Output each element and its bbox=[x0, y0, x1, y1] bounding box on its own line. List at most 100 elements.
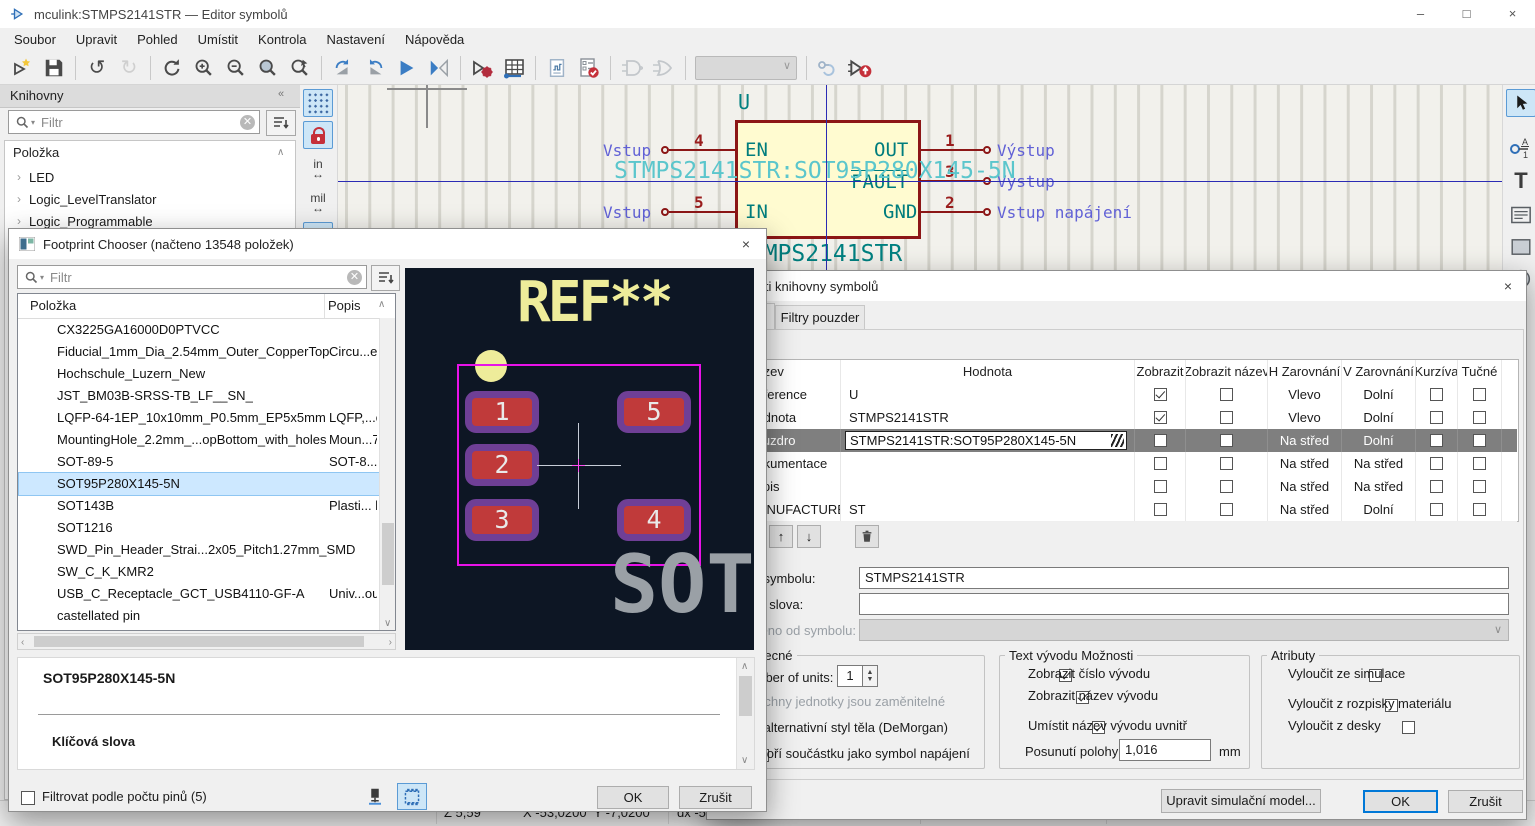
library-tree-item[interactable]: › Logic_LevelTranslator bbox=[5, 189, 287, 211]
erc-check-icon[interactable] bbox=[574, 54, 604, 82]
select-tool-icon[interactable] bbox=[1506, 89, 1535, 117]
sort-filter-button[interactable] bbox=[266, 110, 296, 136]
footprint-list-item[interactable]: SOT-89-5 SOT-8...5.p bbox=[19, 451, 377, 473]
unit-mils-icon[interactable]: mil↔ bbox=[303, 189, 333, 217]
text-tool-icon[interactable]: T bbox=[1506, 167, 1535, 195]
field-row-manufacturer[interactable]: MANUFACTURER ST Na střed Dolní bbox=[717, 498, 1517, 522]
close-icon[interactable]: × bbox=[1494, 275, 1522, 297]
export-symbol-icon[interactable] bbox=[845, 54, 875, 82]
bold-checkbox[interactable] bbox=[1473, 434, 1486, 447]
demorgan-alternate-icon[interactable] bbox=[649, 54, 679, 82]
symbol-reference[interactable]: U bbox=[738, 90, 750, 114]
bold-checkbox[interactable] bbox=[1473, 388, 1486, 401]
pin-table-icon[interactable] bbox=[499, 54, 529, 82]
italic-checkbox[interactable] bbox=[1430, 388, 1443, 401]
textbox-tool-icon[interactable] bbox=[1506, 201, 1535, 229]
ok-button[interactable]: OK bbox=[1363, 790, 1438, 813]
move-field-down-button[interactable]: ↓ bbox=[797, 525, 821, 548]
sort-filter-button[interactable] bbox=[371, 265, 400, 291]
symbol-name-input[interactable]: STMPS2141STR bbox=[859, 567, 1509, 589]
show-name-checkbox[interactable] bbox=[1220, 503, 1233, 516]
menu-item[interactable]: Umístit bbox=[188, 28, 248, 52]
keywords-input[interactable] bbox=[859, 593, 1509, 615]
bold-checkbox[interactable] bbox=[1473, 411, 1486, 424]
scroll-right-icon[interactable]: › bbox=[389, 637, 392, 648]
field-row-reference[interactable]: Reference U Vlevo Dolní bbox=[717, 383, 1517, 407]
demorgan-standard-icon[interactable] bbox=[617, 54, 647, 82]
list-vertical-scrollbar[interactable]: ∨ bbox=[379, 318, 396, 631]
bold-checkbox[interactable] bbox=[1473, 480, 1486, 493]
field-row-value[interactable]: Hodnota STMPS2141STR Vlevo Dolní bbox=[717, 406, 1517, 430]
expander-icon[interactable]: › bbox=[17, 214, 21, 228]
show-checkbox[interactable] bbox=[1154, 388, 1167, 401]
zoom-selection-icon[interactable] bbox=[285, 54, 315, 82]
menu-item[interactable]: Pohled bbox=[127, 28, 187, 52]
scroll-left-icon[interactable]: ‹ bbox=[21, 637, 24, 648]
units-count-spinner[interactable]: 1 ▲▼ bbox=[837, 665, 878, 687]
bold-checkbox[interactable] bbox=[1473, 457, 1486, 470]
show-checkbox[interactable] bbox=[1154, 480, 1167, 493]
footprint-list-item[interactable]: Fiducial_1mm_Dia_2.54mm_Outer_CopperTop … bbox=[19, 341, 377, 363]
rotate-ccw-icon[interactable] bbox=[328, 54, 358, 82]
clear-filter-icon[interactable]: ✕ bbox=[240, 115, 255, 130]
footprint-list-item[interactable]: castellated pin bbox=[19, 605, 377, 627]
show-name-checkbox[interactable] bbox=[1220, 457, 1233, 470]
show-name-checkbox[interactable] bbox=[1220, 480, 1233, 493]
library-tree-item[interactable]: › LED bbox=[5, 167, 287, 189]
menu-item[interactable]: Soubor bbox=[4, 28, 66, 52]
footprint-list-item[interactable]: SOT143B Plasti... lea bbox=[19, 495, 377, 517]
refresh-view-icon[interactable] bbox=[157, 54, 187, 82]
bold-checkbox[interactable] bbox=[1473, 503, 1486, 516]
exclude-board-checkbox[interactable] bbox=[1402, 721, 1415, 734]
footprint-list-item[interactable]: SOT95P280X145-5N bbox=[19, 473, 381, 495]
italic-checkbox[interactable] bbox=[1430, 411, 1443, 424]
footprint-list-item[interactable]: JST_BM03B-SRSS-TB_LF__SN_ bbox=[19, 385, 377, 407]
scroll-down-icon[interactable]: ∨ bbox=[384, 618, 391, 629]
symbol-properties-icon[interactable] bbox=[467, 54, 497, 82]
list-horizontal-scrollbar[interactable]: ‹ › bbox=[17, 633, 396, 650]
zoom-out-icon[interactable] bbox=[221, 54, 251, 82]
clear-filter-icon[interactable]: ✕ bbox=[347, 270, 362, 285]
italic-checkbox[interactable] bbox=[1430, 434, 1443, 447]
maximize-button[interactable]: □ bbox=[1444, 0, 1489, 28]
footprint-list-item[interactable]: SOT1216 bbox=[19, 517, 377, 539]
footprint-list-item[interactable]: LQFP-64-1EP_10x10mm_P0.5mm_EP5x5mm LQFP,… bbox=[19, 407, 377, 429]
rotate-cw-icon[interactable] bbox=[360, 54, 390, 82]
menu-item[interactable]: Kontrola bbox=[248, 28, 316, 52]
pin-tool-icon[interactable]: A1 bbox=[1506, 133, 1535, 161]
offset-input[interactable]: 1,016 bbox=[1119, 739, 1211, 761]
mirror-horizontal-icon[interactable] bbox=[392, 54, 422, 82]
datasheet-icon[interactable] bbox=[542, 54, 572, 82]
italic-checkbox[interactable] bbox=[1430, 480, 1443, 493]
new-symbol-icon[interactable] bbox=[7, 54, 37, 82]
sync-pins-icon[interactable] bbox=[813, 54, 843, 82]
footprint-list[interactable]: Položka Popis ∧ CX3225GA16000D0PTVCC Fid… bbox=[17, 293, 396, 631]
footprint-filter-input[interactable]: ▾ Filtr ✕ bbox=[17, 265, 367, 289]
undo-icon[interactable]: ↺ bbox=[82, 54, 112, 82]
scroll-up-icon[interactable]: ∧ bbox=[277, 147, 284, 158]
scroll-up-icon[interactable]: ∧ bbox=[378, 299, 385, 310]
cancel-button[interactable]: Zrušit bbox=[1448, 790, 1523, 813]
library-browse-icon[interactable] bbox=[1111, 434, 1124, 447]
italic-checkbox[interactable] bbox=[1430, 457, 1443, 470]
grid-toggle-icon[interactable] bbox=[303, 89, 333, 117]
show-name-checkbox[interactable] bbox=[1220, 411, 1233, 424]
show-checkbox[interactable] bbox=[1154, 411, 1167, 424]
ok-button[interactable]: OK bbox=[597, 786, 669, 809]
unit-inches-icon[interactable]: in↔ bbox=[303, 155, 333, 183]
footprint-list-item[interactable]: SW_C_K_KMR2 bbox=[19, 561, 377, 583]
expander-icon[interactable]: › bbox=[17, 170, 21, 184]
column-item[interactable]: Položka bbox=[30, 298, 76, 313]
field-row-footprint[interactable]: Pouzdro STMPS2141STR:SOT95P280X145-5N Na… bbox=[717, 429, 1517, 453]
italic-checkbox[interactable] bbox=[1430, 503, 1443, 516]
minimize-button[interactable]: – bbox=[1398, 0, 1443, 28]
library-filter-input[interactable]: ▾ Filtr ✕ bbox=[8, 110, 260, 134]
cancel-button[interactable]: Zrušit bbox=[679, 786, 752, 809]
zoom-in-icon[interactable] bbox=[189, 54, 219, 82]
show-checkbox[interactable] bbox=[1154, 457, 1167, 470]
symbol-preview-toggle-icon[interactable] bbox=[361, 784, 389, 810]
redo-icon[interactable]: ↻ bbox=[114, 54, 144, 82]
footprint-list-item[interactable]: USB_C_Receptacle_GCT_USB4110-GF-A Univ..… bbox=[19, 583, 377, 605]
footprint-preview-toggle-icon[interactable] bbox=[397, 783, 427, 810]
show-name-checkbox[interactable] bbox=[1220, 434, 1233, 447]
